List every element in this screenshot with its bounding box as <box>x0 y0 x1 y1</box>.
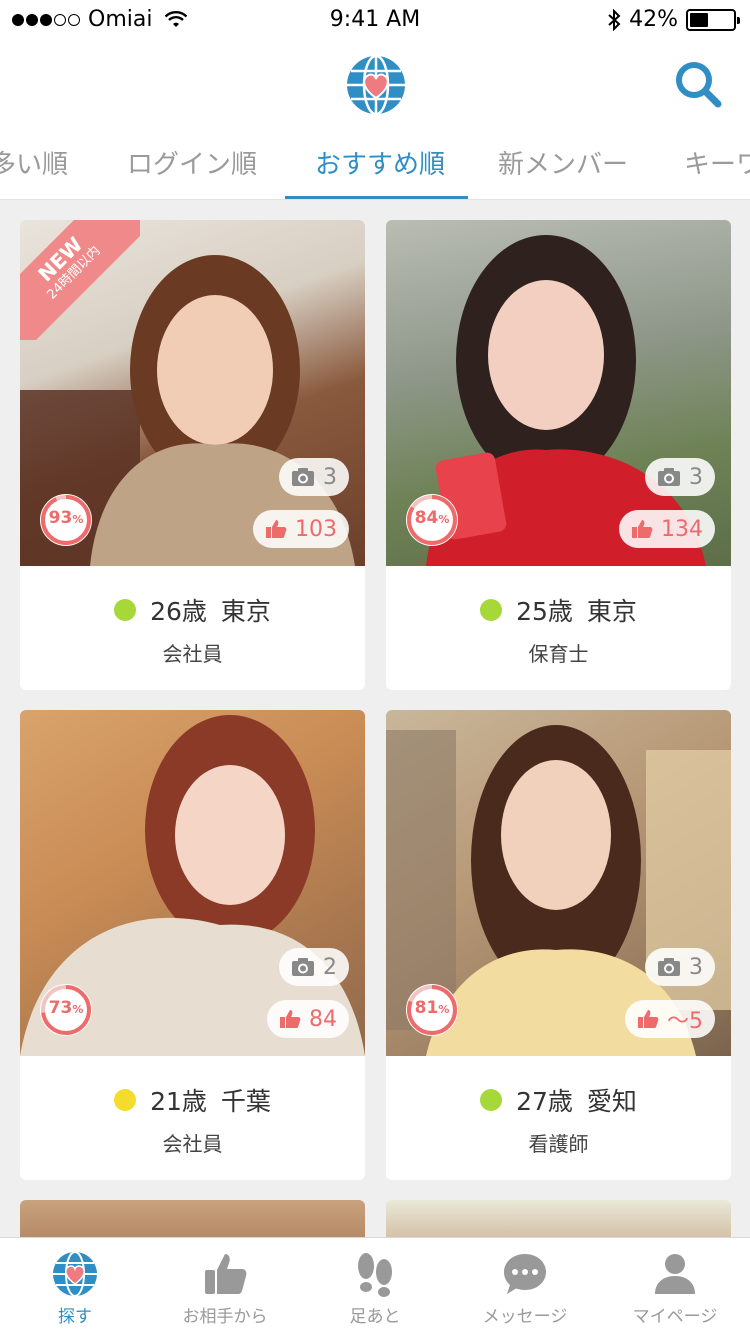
battery-fill <box>690 12 708 27</box>
match-unit: % <box>438 1003 450 1016</box>
profile-info: 27歳 愛知 看護師 <box>386 1056 731 1180</box>
nav-label: 足あと <box>349 1307 401 1327</box>
nav-search[interactable]: 探す <box>0 1238 150 1334</box>
online-status-dot <box>114 599 137 621</box>
online-status-dot <box>114 1089 137 1111</box>
status-right: 42% <box>607 7 740 32</box>
bottom-nav: 探す お相手から 足あと メッセージ マイページ <box>0 1237 750 1334</box>
battery-icon <box>686 8 740 31</box>
profile-location: 東京 <box>220 597 271 626</box>
like-count-value: 134 <box>661 516 703 542</box>
match-badge: 81% <box>404 982 460 1038</box>
photo-count-value: 3 <box>689 464 703 490</box>
like-count-value: 〜5 <box>667 1009 703 1034</box>
nav-mypage[interactable]: マイページ <box>600 1238 750 1334</box>
online-status-dot <box>480 599 503 621</box>
tab-most[interactable]: 多い順 <box>0 144 68 181</box>
nav-label: メッセージ <box>482 1307 568 1327</box>
profile-info: 25歳 東京 保育士 <box>386 566 731 690</box>
profile-info: 21歳 千葉 会社員 <box>20 1056 365 1180</box>
profile-card[interactable]: 73% 2 84 21歳 千葉 会社員 <box>20 710 365 1180</box>
photo-count-value: 3 <box>689 954 703 980</box>
nav-label: マイページ <box>632 1307 718 1327</box>
profile-age: 21歳 <box>150 1087 207 1116</box>
camera-icon <box>291 957 315 977</box>
camera-icon <box>291 467 315 487</box>
bluetooth-icon <box>608 8 621 31</box>
profile-age: 25歳 <box>516 597 573 626</box>
profile-age: 27歳 <box>516 1087 573 1116</box>
battery-percent: 42% <box>629 7 678 32</box>
profile-photo[interactable]: 73% 2 84 <box>20 710 365 1056</box>
thumbs-up-icon <box>279 1009 301 1029</box>
profile-job: 保育士 <box>528 642 589 666</box>
profile-location: 愛知 <box>586 1087 637 1116</box>
match-unit: % <box>438 513 450 526</box>
profile-card[interactable]: 81% 3 〜5 27歳 愛知 看護師 <box>386 710 731 1180</box>
profile-photo[interactable]: 81% 3 〜5 <box>386 710 731 1056</box>
thumbs-up-icon <box>205 1254 247 1294</box>
person-icon <box>655 1254 695 1294</box>
camera-icon <box>657 957 681 977</box>
profile-card[interactable]: NEW 24時間以内 93% 3 103 26歳 東京 会社員 <box>20 220 365 690</box>
nav-likes-received[interactable]: お相手から <box>150 1238 300 1334</box>
search-icon[interactable] <box>672 58 724 110</box>
like-count-value: 84 <box>309 1006 337 1032</box>
profile-photo[interactable]: NEW 24時間以内 93% 3 103 <box>20 220 365 566</box>
match-unit: % <box>72 1003 84 1016</box>
thumbs-up-icon <box>265 519 287 539</box>
nav-label: 探す <box>58 1307 92 1327</box>
profile-photo[interactable]: 84% 3 134 <box>386 220 731 566</box>
new-ribbon: NEW 24時間以内 <box>20 220 140 340</box>
profile-job: 看護師 <box>528 1132 589 1156</box>
thumbs-up-icon <box>637 1009 659 1029</box>
nav-label: お相手から <box>182 1307 268 1327</box>
nav-footprints[interactable]: 足あと <box>300 1238 450 1334</box>
match-percent: 93 <box>48 508 73 528</box>
like-count: 103 <box>253 510 349 548</box>
match-badge: 73% <box>38 982 94 1038</box>
status-bar: Omiai 9:41 AM 42% <box>0 0 750 40</box>
match-percent: 81 <box>414 998 439 1018</box>
profile-age: 26歳 <box>150 597 207 626</box>
profile-location: 東京 <box>586 597 637 626</box>
like-count: 〜5 <box>625 1000 715 1038</box>
nav-messages[interactable]: メッセージ <box>450 1238 600 1334</box>
tab-new-members[interactable]: 新メンバー <box>498 144 628 181</box>
globe-heart-icon <box>347 54 405 116</box>
photo-count: 2 <box>279 948 349 986</box>
match-percent: 73 <box>48 998 73 1018</box>
profile-card[interactable]: 84% 3 134 25歳 東京 保育士 <box>386 220 731 690</box>
photo-count-value: 2 <box>323 954 337 980</box>
app-header <box>0 40 750 130</box>
ribbon-new-label: NEW <box>33 232 88 287</box>
match-badge: 84% <box>404 492 460 548</box>
profile-info: 26歳 東京 会社員 <box>20 566 365 690</box>
match-badge: 93% <box>38 492 94 548</box>
match-percent: 84 <box>414 508 439 528</box>
photo-count: 3 <box>645 948 715 986</box>
photo-count: 3 <box>645 458 715 496</box>
tab-login[interactable]: ログイン順 <box>127 144 257 181</box>
active-tab-indicator <box>285 196 468 199</box>
profile-location: 千葉 <box>220 1087 271 1116</box>
photo-count: 3 <box>279 458 349 496</box>
camera-icon <box>657 467 681 487</box>
tab-recommended[interactable]: おすすめ順 <box>315 144 445 181</box>
thumbs-up-icon <box>631 519 653 539</box>
like-count: 84 <box>267 1000 349 1038</box>
globe-heart-icon <box>53 1251 97 1297</box>
profile-job: 会社員 <box>162 642 223 666</box>
profile-job: 会社員 <box>162 1132 223 1156</box>
footprints-icon <box>358 1253 392 1297</box>
tab-keyword[interactable]: キーワ <box>684 144 750 181</box>
like-count: 134 <box>619 510 715 548</box>
online-status-dot <box>480 1089 503 1111</box>
sort-tabs: 多い順 ログイン順 おすすめ順 新メンバー キーワ <box>0 130 750 200</box>
match-unit: % <box>72 513 84 526</box>
chat-bubble-icon <box>504 1254 546 1294</box>
photo-count-value: 3 <box>323 464 337 490</box>
like-count-value: 103 <box>295 516 337 542</box>
